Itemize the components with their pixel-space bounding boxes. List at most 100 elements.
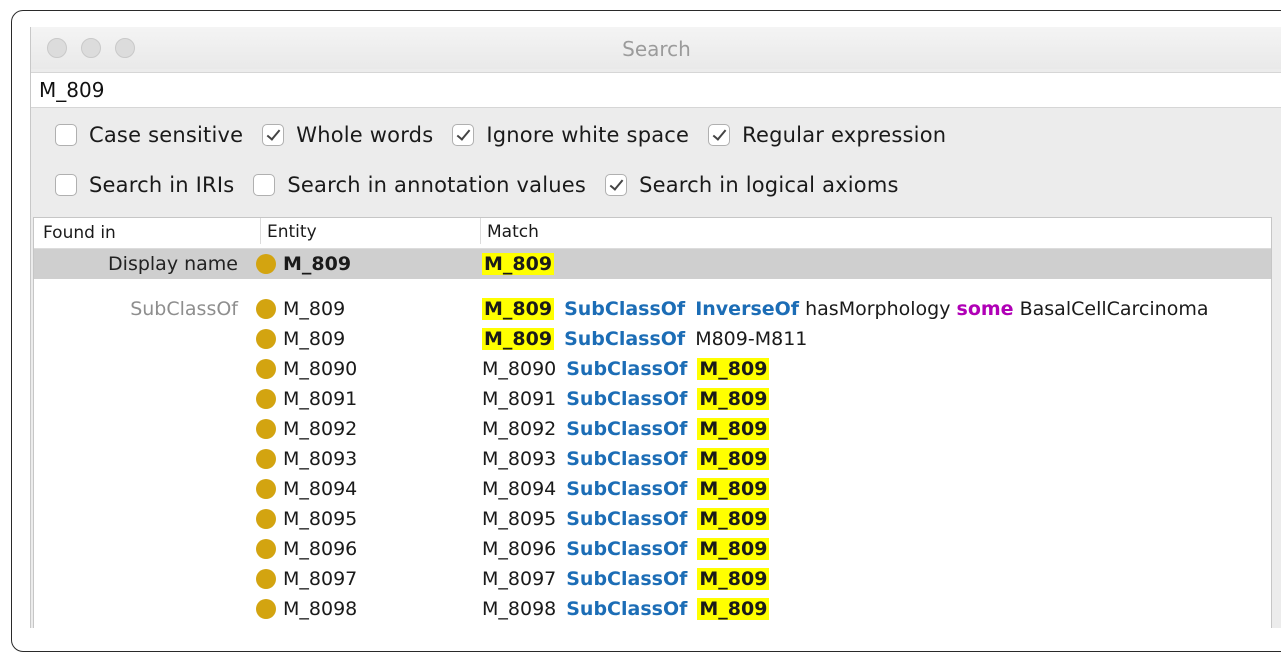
match-highlight: M_809 xyxy=(697,568,770,590)
match-highlight: M_809 xyxy=(482,328,555,350)
table-row[interactable]: M_8092 M_8092 SubClassOf M_809 xyxy=(34,414,1271,444)
options-row-2: Search in IRIs Search in annotation valu… xyxy=(55,173,918,197)
table-row[interactable]: M_8098 M_8098 SubClassOf M_809 xyxy=(34,594,1271,624)
keyword-subclassof: SubClassOf xyxy=(566,448,688,470)
match-cell: M_809 SubClassOf M809-M811 xyxy=(482,328,807,350)
table-row[interactable]: M_8094 M_8094 SubClassOf M_809 xyxy=(34,474,1271,504)
match-highlight: M_809 xyxy=(697,538,770,560)
match-highlight: M_809 xyxy=(697,478,770,500)
table-row[interactable]: M_8091 M_8091 SubClassOf M_809 xyxy=(34,384,1271,414)
entity-name: M_8094 xyxy=(283,478,358,500)
entity-cell: M_8098 xyxy=(256,598,357,620)
match-highlight: M_809 xyxy=(697,448,770,470)
search-in-iris-label: Search in IRIs xyxy=(89,173,235,197)
column-header-entity[interactable]: Entity xyxy=(260,218,317,244)
class-circle-icon xyxy=(256,599,276,619)
search-in-iris-option[interactable]: Search in IRIs xyxy=(55,173,234,197)
match-cell: M_809 SubClassOf InverseOf hasMorphology s… xyxy=(482,298,1208,320)
search-input[interactable] xyxy=(31,72,1281,108)
match-lead: M_8097 xyxy=(482,568,557,590)
match-highlight: M_809 xyxy=(697,418,770,440)
match-lead: M_8091 xyxy=(482,388,557,410)
match-cell: M_809 xyxy=(482,253,555,275)
match-highlight: M_809 xyxy=(697,508,770,530)
search-in-iris-checkbox[interactable] xyxy=(55,174,77,196)
match-cell: M_8093 SubClassOf M_809 xyxy=(482,448,770,470)
entity-cell: M_809 xyxy=(256,328,345,350)
entity-cell: M_8090 xyxy=(256,358,357,380)
entity-cell: M_8093 xyxy=(256,448,357,470)
match-filler: BasalCellCarcinoma xyxy=(1019,298,1209,320)
search-window: Search Case sensitive Whole words Ignore… xyxy=(30,27,1281,628)
whole-words-checkbox[interactable] xyxy=(262,124,285,146)
entity-name: M_8096 xyxy=(283,538,358,560)
keyword-inverseof: InverseOf xyxy=(695,298,800,320)
entity-name: M_8093 xyxy=(283,448,358,470)
entity-name: M_8090 xyxy=(283,358,358,380)
entity-name: M_8091 xyxy=(283,388,358,410)
ignore-white-space-checkbox[interactable] xyxy=(452,124,475,146)
table-row[interactable]: SubClassOf M_809 M_809 SubClassOf InverseO… xyxy=(34,294,1271,324)
class-circle-icon xyxy=(256,419,276,439)
search-in-logical-axioms-checkbox[interactable] xyxy=(605,174,628,196)
results-header: Found in Entity Match xyxy=(34,218,1271,249)
match-cell: M_8097 SubClassOf M_809 xyxy=(482,568,770,590)
table-row[interactable]: M_809 M_809 SubClassOf M809-M811 xyxy=(34,324,1271,354)
whole-words-option[interactable]: Whole words xyxy=(262,123,433,147)
regular-expression-label: Regular expression xyxy=(742,123,947,147)
table-row[interactable]: Display name M_809 M_809 xyxy=(34,249,1271,279)
entity-name: M_809 xyxy=(283,328,346,350)
entity-name: M_8092 xyxy=(283,418,358,440)
entity-cell: M_8092 xyxy=(256,418,357,440)
entity-cell: M_8096 xyxy=(256,538,357,560)
regular-expression-option[interactable]: Regular expression xyxy=(708,123,946,147)
table-row[interactable]: M_8096 M_8096 SubClassOf M_809 xyxy=(34,534,1271,564)
table-row[interactable]: M_8090 M_8090 SubClassOf M_809 xyxy=(34,354,1271,384)
class-circle-icon xyxy=(256,254,276,274)
column-header-found-in[interactable]: Found in xyxy=(43,223,116,243)
class-circle-icon xyxy=(256,479,276,499)
match-cell: M_8090 SubClassOf M_809 xyxy=(482,358,770,380)
class-circle-icon xyxy=(256,539,276,559)
match-cell: M_8094 SubClassOf M_809 xyxy=(482,478,770,500)
keyword-subclassof: SubClassOf xyxy=(566,418,688,440)
window-title: Search xyxy=(622,37,691,61)
entity-cell: M_809 xyxy=(256,298,345,320)
column-header-match[interactable]: Match xyxy=(480,218,539,244)
table-row[interactable]: M_8093 M_8093 SubClassOf M_809 xyxy=(34,444,1271,474)
class-circle-icon xyxy=(256,389,276,409)
match-cell: M_8096 SubClassOf M_809 xyxy=(482,538,770,560)
keyword-subclassof: SubClassOf xyxy=(564,298,686,320)
entity-cell: M_8097 xyxy=(256,568,357,590)
table-row[interactable]: M_8097 M_8097 SubClassOf M_809 xyxy=(34,564,1271,594)
ignore-white-space-label: Ignore white space xyxy=(486,123,690,147)
keyword-subclassof: SubClassOf xyxy=(566,538,688,560)
search-in-annotation-values-checkbox[interactable] xyxy=(253,174,276,196)
entity-name: M_8098 xyxy=(283,598,358,620)
keyword-subclassof: SubClassOf xyxy=(564,328,686,350)
class-circle-icon xyxy=(256,329,276,349)
ignore-white-space-option[interactable]: Ignore white space xyxy=(452,123,689,147)
search-in-annotation-values-option[interactable]: Search in annotation values xyxy=(253,173,586,197)
case-sensitive-label: Case sensitive xyxy=(89,123,244,147)
case-sensitive-checkbox[interactable] xyxy=(55,124,77,146)
match-lead: M_8095 xyxy=(482,508,557,530)
match-highlight: M_809 xyxy=(697,388,770,410)
entity-cell: M_8094 xyxy=(256,478,357,500)
table-row[interactable]: M_8095 M_8095 SubClassOf M_809 xyxy=(34,504,1271,534)
entity-cell: M_809 xyxy=(256,253,351,275)
search-in-logical-axioms-option[interactable]: Search in logical axioms xyxy=(605,173,899,197)
case-sensitive-option[interactable]: Case sensitive xyxy=(55,123,243,147)
match-cell: M_8092 SubClassOf M_809 xyxy=(482,418,770,440)
entity-cell: M_8095 xyxy=(256,508,357,530)
entity-name: M_8095 xyxy=(283,508,358,530)
match-lead: M_8093 xyxy=(482,448,557,470)
regular-expression-checkbox[interactable] xyxy=(708,124,731,146)
keyword-subclassof: SubClassOf xyxy=(566,358,688,380)
match-highlight: M_809 xyxy=(697,598,770,620)
title-bar: Search xyxy=(31,27,1281,69)
keyword-subclassof: SubClassOf xyxy=(566,388,688,410)
search-in-logical-axioms-label: Search in logical axioms xyxy=(639,173,899,197)
entity-name: M_8097 xyxy=(283,568,358,590)
class-circle-icon xyxy=(256,359,276,379)
